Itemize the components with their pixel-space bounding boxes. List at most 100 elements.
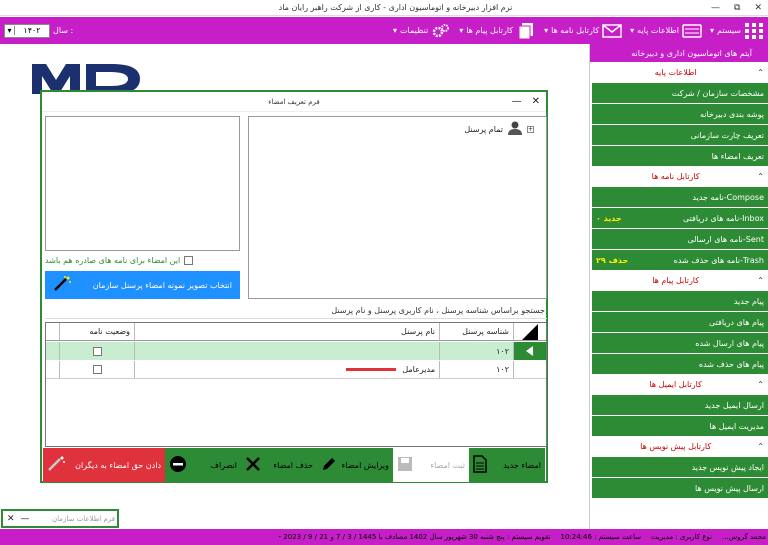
menu-messages[interactable]: کارتابل پیام ها ▾ <box>459 22 536 40</box>
minimize-button[interactable]: — <box>711 3 720 13</box>
documents-icon <box>516 22 536 40</box>
section-drafts[interactable]: کارتابل پیش نویس ها ⌃ <box>590 436 768 456</box>
collapse-icon[interactable]: ⌃ <box>757 68 764 77</box>
outgoing-signature-checkbox[interactable] <box>184 255 194 265</box>
collapse-icon[interactable]: ⌃ <box>757 442 764 451</box>
sidebar-item-new-message[interactable]: پیام جدید <box>592 291 768 311</box>
cancel-button[interactable]: انصراف <box>165 448 241 482</box>
sidebar-item-sent-messages[interactable]: پیام های ارسال شده <box>592 333 768 353</box>
chevron-down-icon: ▾ <box>392 26 397 35</box>
tree-node-label: تمام پرسنل <box>464 124 503 134</box>
keyboard-icon <box>682 22 702 40</box>
collapse-icon[interactable]: ⌃ <box>757 172 764 181</box>
minimize-icon[interactable]: — <box>21 514 30 524</box>
row-checkbox[interactable] <box>92 346 102 356</box>
document-icon <box>473 455 487 475</box>
mini-controls: ✕ — <box>3 514 30 524</box>
window-titlebar: نرم افزار دبیرخانه و اتوماسیون اداری - ک… <box>0 0 768 16</box>
menu-system[interactable]: سیستم ▾ <box>710 22 764 40</box>
expand-icon[interactable]: + <box>527 125 534 133</box>
cell-name <box>135 342 440 360</box>
button-label: انصراف <box>210 460 237 470</box>
year-label: سال : <box>53 26 74 35</box>
redaction-scribble <box>346 368 396 371</box>
signature-definition-dialog: فرم تعریف امضاء — ✕ + تمام پرسنل این امض… <box>40 90 548 483</box>
menu-label: سیستم <box>717 26 741 35</box>
mini-title: فرم اطلاعات سازمان <box>52 514 115 523</box>
sidebar-item-send-drafts[interactable]: ارسال پیش نویس ها <box>592 478 768 498</box>
collapse-icon[interactable]: ⌃ <box>757 276 764 285</box>
magic-wand-icon <box>53 276 71 294</box>
search-hint: جستجو براساس شناسه پرسنل ، نام کاربری پر… <box>45 306 547 319</box>
automation-sidebar: آیتم های اتوماسیون اداری و دبیرخانه اطلا… <box>589 44 768 529</box>
sidebar-item-new-email[interactable]: ارسال ایمیل جدید <box>592 395 768 415</box>
edit-signature-button[interactable]: ویرایش امضاء <box>317 448 393 482</box>
new-signature-button[interactable]: امضاء جدید <box>469 448 545 482</box>
header-id[interactable]: شناسه پرسنل <box>440 323 514 340</box>
delete-signature-button[interactable]: حذف امضاء <box>241 448 317 482</box>
status-user-name: محمد گروس... <box>721 533 766 541</box>
year-value: ۱۴۰۲ <box>23 26 41 35</box>
menu-label: کارتابل پیام ها <box>466 26 514 35</box>
section-letters[interactable]: کارتابل نامه ها ⌃ <box>590 166 768 186</box>
menu-label: کارتابل نامه ها <box>551 26 600 35</box>
sidebar-item-manage-emails[interactable]: مدیریت ایمیل ها <box>592 416 768 436</box>
button-label: انتخاب تصویر نمونه امضاء پرسنل سازمان <box>92 280 232 290</box>
tree-node-all-personnel[interactable]: + تمام پرسنل <box>464 121 534 137</box>
menu-settings[interactable]: تنظیمات ▾ <box>393 22 451 40</box>
close-icon[interactable]: ✕ <box>7 514 15 524</box>
checkbox-label: این امضاء برای نامه های صادره هم باشد <box>45 255 181 265</box>
sidebar-item-company-info[interactable]: مشخصات سازمان / شرکت <box>592 83 768 103</box>
button-label: ویرایش امضاء <box>341 460 389 470</box>
select-all-corner[interactable] <box>514 323 546 340</box>
status-calendar: تقویم سیستم : پنج شنبه 30 شهریور سال 140… <box>278 533 551 541</box>
menu-base-info[interactable]: اطلاعات پایه ▾ <box>630 22 702 40</box>
collapse-icon[interactable]: ⌃ <box>757 380 764 389</box>
sidebar-item-sent[interactable]: نامه های ارسالی-Sent <box>592 229 768 249</box>
minimized-org-info-form[interactable]: ✕ — فرم اطلاعات سازمان <box>1 509 119 528</box>
header-name[interactable]: نام پرسنل <box>135 323 440 340</box>
menu-letters[interactable]: کارتابل نامه ها ▾ <box>544 22 622 40</box>
section-messages[interactable]: کارتابل پیام ها ⌃ <box>590 270 768 290</box>
minus-circle-icon <box>169 455 187 475</box>
sidebar-item-secretariat-folders[interactable]: پوشه بندی دبیرخانه <box>592 104 768 124</box>
pencil-icon <box>321 456 337 474</box>
chevron-down-icon: ▾ <box>630 26 635 35</box>
sidebar-item-deleted-messages[interactable]: پیام های حذف شده <box>592 354 768 374</box>
button-label: دادن حق امضاء به دیگران <box>75 460 161 470</box>
sidebar-item-new-draft[interactable]: ایجاد پیش نویس جدید <box>592 457 768 477</box>
trash-count-badge: ۲۹ حذف <box>596 255 629 265</box>
gears-icon <box>431 22 451 40</box>
menu-label: تنظیمات <box>400 26 429 35</box>
header-status[interactable]: وضعیت نامه <box>60 323 135 340</box>
sidebar-item-inbox[interactable]: ۰ جدید نامه های دریافتی-Inbox <box>592 208 768 228</box>
button-label: ثبت امضاء <box>430 460 465 470</box>
cell-id: ۱۰۲ <box>440 361 514 378</box>
outgoing-signature-option: این امضاء برای نامه های صادره هم باشد <box>45 254 240 266</box>
save-icon <box>397 456 413 474</box>
row-checkbox[interactable] <box>92 365 102 374</box>
inbox-count-badge: ۰ جدید <box>596 213 622 223</box>
year-select[interactable]: ▾ ۱۴۰۲ <box>4 23 50 38</box>
section-emails[interactable]: کارتابل ایمیل ها ⌃ <box>590 374 768 394</box>
sidebar-item-received-messages[interactable]: پیام های دریافتی <box>592 312 768 332</box>
sidebar-item-org-chart[interactable]: تعریف چارت سازمانی <box>592 125 768 145</box>
save-signature-button[interactable]: ثبت امضاء <box>393 448 469 482</box>
cell-name: مدیرعامل <box>135 361 440 378</box>
sidebar-item-compose[interactable]: نامه جدید-Compose <box>592 187 768 207</box>
table-row[interactable]: ۱۰۲ <box>46 342 546 360</box>
chevron-down-icon[interactable]: ▾ <box>5 26 15 35</box>
select-signature-image-button[interactable]: انتخاب تصویر نمونه امضاء پرسنل سازمان <box>45 271 240 299</box>
close-button[interactable]: ✕ <box>754 3 762 13</box>
chevron-down-icon: ▾ <box>544 26 549 35</box>
cell-name-text: مدیرعامل <box>402 365 435 374</box>
dialog-titlebar: فرم تعریف امضاء — ✕ <box>42 92 546 112</box>
chevron-down-icon: ▾ <box>709 26 714 35</box>
sidebar-item-trash[interactable]: ۲۹ حذف نامه های حذف شده-Trash <box>592 250 768 270</box>
sidebar-header: آیتم های اتوماسیون اداری و دبیرخانه <box>590 44 768 62</box>
grant-signature-button[interactable]: دادن حق امضاء به دیگران <box>43 448 165 482</box>
section-base-info[interactable]: اطلاعات پایه ⌃ <box>590 62 768 82</box>
table-row[interactable]: مدیرعامل ۱۰۲ <box>46 361 546 379</box>
maximize-button[interactable]: ⧉ <box>734 3 740 13</box>
sidebar-item-signatures[interactable]: تعریف امضاء ها <box>592 146 768 166</box>
